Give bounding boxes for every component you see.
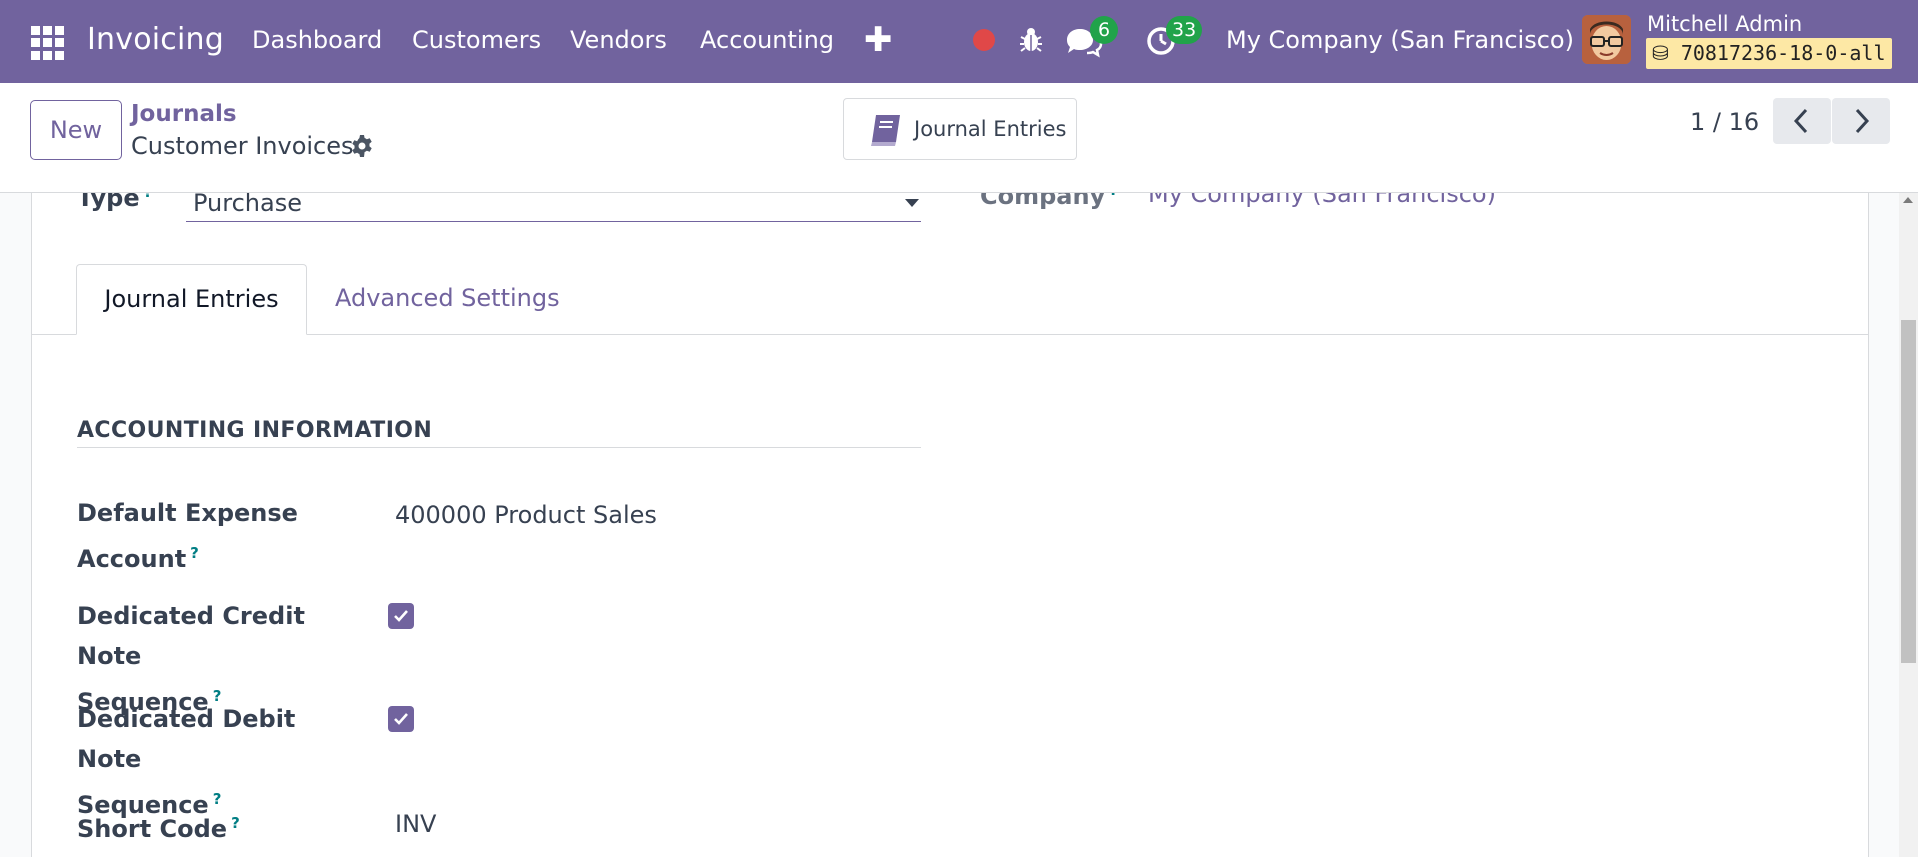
- type-label: Type?: [77, 193, 152, 212]
- user-name[interactable]: Mitchell Admin: [1647, 12, 1802, 36]
- debit-note-sequence-checkbox[interactable]: [388, 706, 414, 732]
- journal-entries-smart-button[interactable]: Journal Entries: [843, 98, 1077, 160]
- type-select[interactable]: Purchase: [186, 193, 921, 222]
- help-icon[interactable]: ?: [190, 544, 199, 562]
- tab-journal-entries[interactable]: Journal Entries: [76, 264, 307, 335]
- company-switcher[interactable]: My Company (San Francisco): [1226, 26, 1574, 54]
- checkmark-icon: [394, 713, 408, 725]
- short-code-value[interactable]: INV: [395, 810, 436, 838]
- breadcrumb-current: Customer Invoices: [131, 132, 354, 160]
- menu-customers[interactable]: Customers: [412, 26, 541, 54]
- app-name[interactable]: Invoicing: [87, 22, 224, 57]
- database-tag: ⛁ 70817236-18-0-all: [1646, 38, 1892, 69]
- default-expense-account-value[interactable]: 400000 Product Sales: [395, 501, 657, 529]
- pager-value[interactable]: 1 / 16: [1690, 108, 1759, 136]
- tabs-divider: [32, 334, 1868, 335]
- section-divider: [77, 447, 921, 448]
- messages-count-badge: 6: [1090, 16, 1118, 44]
- company-label: Company?: [980, 193, 1118, 210]
- control-panel: New Journals Customer Invoices Journal E…: [0, 83, 1918, 193]
- book-icon: [871, 115, 900, 146]
- menu-accounting[interactable]: Accounting: [700, 26, 834, 54]
- apps-menu-icon[interactable]: [31, 26, 65, 60]
- menu-vendors[interactable]: Vendors: [570, 26, 667, 54]
- short-code-label: Short Code?: [77, 814, 240, 843]
- chevron-right-icon: [1855, 108, 1870, 134]
- menu-dashboard[interactable]: Dashboard: [252, 26, 382, 54]
- record-icon[interactable]: [973, 29, 995, 51]
- default-expense-account-label: Default Expense Account?: [77, 499, 298, 573]
- smart-button-label: Journal Entries: [914, 117, 1067, 141]
- gear-icon[interactable]: [350, 134, 374, 158]
- caret-down-icon: [905, 199, 919, 207]
- user-avatar-icon: [1582, 15, 1631, 64]
- new-button[interactable]: New: [30, 100, 122, 160]
- tab-advanced-settings[interactable]: Advanced Settings: [335, 264, 560, 335]
- section-title: ACCOUNTING INFORMATION: [77, 418, 433, 443]
- database-name: 70817236-18-0-all: [1680, 41, 1886, 65]
- type-value: Purchase: [193, 193, 302, 217]
- chevron-left-icon: [1793, 108, 1808, 134]
- help-icon[interactable]: ?: [144, 193, 153, 201]
- top-navbar: Invoicing Dashboard Customers Vendors Ac…: [0, 0, 1918, 83]
- breadcrumb-journals[interactable]: Journals: [131, 101, 237, 127]
- bug-icon[interactable]: [1018, 26, 1044, 54]
- pager-next-button[interactable]: [1832, 98, 1890, 144]
- activities-count-badge: 33: [1166, 16, 1203, 44]
- help-icon[interactable]: ?: [231, 814, 240, 832]
- scroll-up-icon[interactable]: [1903, 197, 1913, 203]
- checkmark-icon: [394, 610, 408, 622]
- help-icon[interactable]: ?: [1109, 193, 1118, 199]
- avatar[interactable]: [1582, 15, 1631, 64]
- company-value-link[interactable]: My Company (San Francisco): [1148, 193, 1496, 208]
- form-sheet: Type? Purchase Company? My Company (San …: [31, 193, 1869, 857]
- credit-note-sequence-checkbox[interactable]: [388, 603, 414, 629]
- database-icon: ⛁: [1652, 41, 1669, 65]
- pager-previous-button[interactable]: [1773, 98, 1831, 144]
- plus-icon[interactable]: ✚: [864, 20, 893, 60]
- scrollbar-thumb[interactable]: [1901, 320, 1916, 663]
